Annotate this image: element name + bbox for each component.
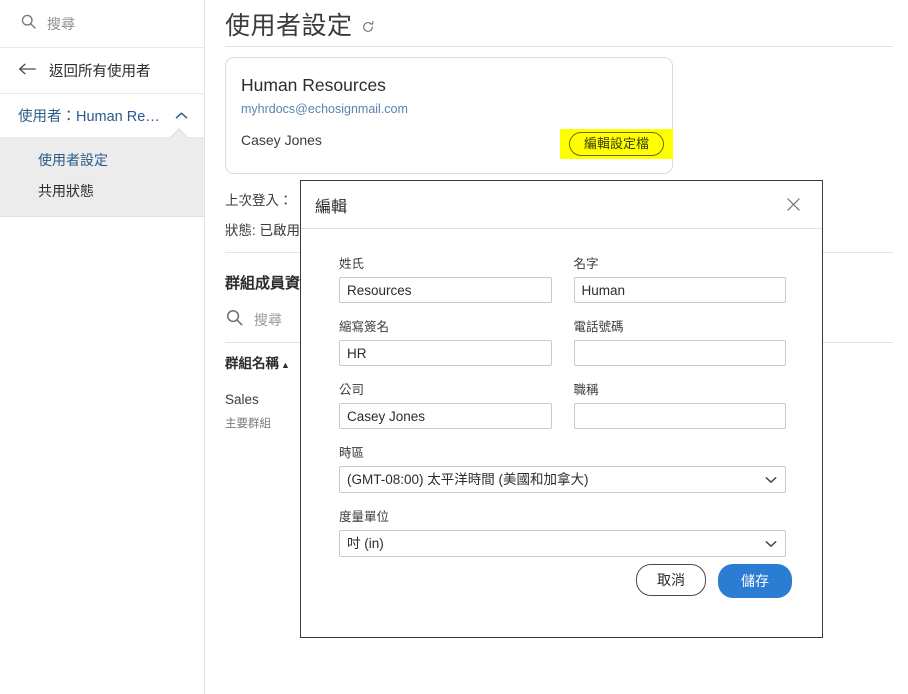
title-divider xyxy=(225,46,893,47)
job-title-input[interactable] xyxy=(573,403,786,429)
save-button[interactable]: 儲存 xyxy=(718,564,792,598)
timezone-select-wrap: (GMT-08:00) 太平洋時間 (美國和加拿大) xyxy=(339,466,786,493)
company-field-group: 公司 xyxy=(339,379,552,429)
sidebar-item-share-status[interactable]: 共用狀態 xyxy=(0,175,204,206)
sidebar-search[interactable]: 搜尋 xyxy=(0,0,204,48)
last-name-label: 姓氏 xyxy=(339,257,365,271)
user-card-company: Casey Jones xyxy=(241,132,322,148)
last-login-label: 上次登入： xyxy=(225,193,293,208)
sidebar-item-user-settings[interactable]: 使用者設定 xyxy=(0,144,204,175)
job-title-field-group: 職稱 xyxy=(573,379,786,429)
search-icon xyxy=(20,13,37,35)
user-card-email[interactable]: myhrdocs@echosignmail.com xyxy=(241,102,408,116)
phone-field-group: 電話號碼 xyxy=(573,316,786,366)
units-field-group: 度量單位 吋 (in) xyxy=(339,506,786,557)
back-to-all-users[interactable]: 返回所有使用者 xyxy=(0,48,204,94)
edit-profile-dialog: 編輯 姓氏 名字 縮寫簽名 xyxy=(300,180,823,638)
dialog-title: 編輯 xyxy=(315,198,348,216)
last-name-input[interactable] xyxy=(339,277,552,303)
first-name-input[interactable] xyxy=(573,277,786,303)
page-title: 使用者設定 xyxy=(225,12,353,40)
table-row-group-subtitle: 主要群組 xyxy=(225,418,271,430)
first-name-field-group: 名字 xyxy=(573,253,786,303)
sidebar-submenu: 使用者設定 共用狀態 xyxy=(0,138,204,217)
initials-phone-row: 縮寫簽名 電話號碼 xyxy=(339,316,786,366)
refresh-icon[interactable] xyxy=(361,20,375,39)
table-row-group-name[interactable]: Sales xyxy=(225,392,259,407)
timezone-field-group: 時區 (GMT-08:00) 太平洋時間 (美國和加拿大) xyxy=(339,442,786,493)
status-label: 狀態: 已啟用 xyxy=(225,219,300,239)
sidebar: 搜尋 返回所有使用者 使用者：Human Re… 使用者設定 共用狀態 xyxy=(0,0,205,694)
sidebar-group-user[interactable]: 使用者：Human Re… xyxy=(0,94,204,138)
table-column-header-label: 群組名稱 xyxy=(225,356,279,371)
back-to-all-users-label: 返回所有使用者 xyxy=(49,64,151,80)
close-icon[interactable] xyxy=(780,192,806,218)
timezone-label: 時區 xyxy=(339,446,365,460)
name-row: 姓氏 名字 xyxy=(339,253,786,303)
group-membership-title: 群組成員資 xyxy=(225,275,301,292)
sort-ascending-icon: ▲ xyxy=(281,360,290,370)
group-search[interactable]: 搜尋 xyxy=(225,308,282,332)
edit-profile-button[interactable]: 編輯設定檔 xyxy=(568,131,664,157)
arrow-left-icon xyxy=(18,62,37,80)
user-card-name: Human Resources xyxy=(241,75,386,95)
timezone-select[interactable]: (GMT-08:00) 太平洋時間 (美國和加拿大) xyxy=(339,466,786,493)
sidebar-search-placeholder: 搜尋 xyxy=(47,15,75,32)
status-label-text: 狀態: xyxy=(225,223,256,238)
search-icon xyxy=(225,308,244,332)
table-column-header-group-name[interactable]: 群組名稱 ▲ xyxy=(225,352,290,372)
sidebar-item-user-settings-label: 使用者設定 xyxy=(38,151,108,168)
dialog-header: 編輯 xyxy=(301,181,822,229)
dialog-body: 姓氏 名字 縮寫簽名 電話號碼 xyxy=(301,229,822,557)
app-root: 搜尋 返回所有使用者 使用者：Human Re… 使用者設定 共用狀態 使用者設… xyxy=(0,0,908,694)
edit-profile-highlight: 編輯設定檔 xyxy=(560,129,673,159)
sidebar-item-share-status-label: 共用狀態 xyxy=(38,182,94,199)
job-title-label: 職稱 xyxy=(573,383,599,397)
first-name-label: 名字 xyxy=(573,257,599,271)
user-card: Human Resources myhrdocs@echosignmail.co… xyxy=(225,57,673,174)
chevron-up-icon xyxy=(175,108,188,124)
company-title-row: 公司 職稱 xyxy=(339,379,786,429)
cancel-button[interactable]: 取消 xyxy=(636,564,706,596)
units-label: 度量單位 xyxy=(339,510,390,524)
company-label: 公司 xyxy=(339,383,365,397)
company-input[interactable] xyxy=(339,403,552,429)
units-select[interactable]: 吋 (in) xyxy=(339,530,786,557)
page-header: 使用者設定 xyxy=(205,0,908,46)
phone-label: 電話號碼 xyxy=(573,320,624,334)
status-value: 已啟用 xyxy=(255,223,301,238)
phone-input[interactable] xyxy=(573,340,786,366)
group-search-placeholder: 搜尋 xyxy=(254,312,282,328)
initials-field-group: 縮寫簽名 xyxy=(339,316,552,366)
initials-label: 縮寫簽名 xyxy=(339,320,390,334)
units-select-wrap: 吋 (in) xyxy=(339,530,786,557)
initials-input[interactable] xyxy=(339,340,552,366)
dialog-footer: 取消 儲存 xyxy=(301,555,822,637)
last-name-field-group: 姓氏 xyxy=(339,253,552,303)
sidebar-group-user-label: 使用者：Human Re… xyxy=(18,109,160,125)
